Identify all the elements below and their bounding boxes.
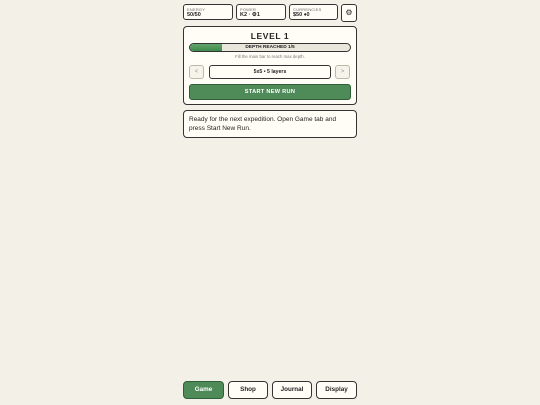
energy-value: 50/50: [187, 12, 201, 18]
power-value: K2 · ⚙1: [240, 12, 260, 18]
gear-icon: ⚙: [345, 8, 353, 17]
level-config: 5x5 • 5 layers: [209, 65, 331, 79]
depth-hint: Fill the main bar to reach max depth.: [235, 54, 305, 59]
next-level-button[interactable]: >: [335, 65, 350, 79]
currencies-stat: CURRENCIES $50 ♦0: [289, 4, 338, 20]
status-message: Ready for the next expedition. Open Game…: [183, 110, 357, 138]
chevron-left-icon: <: [194, 69, 199, 75]
settings-button[interactable]: ⚙: [341, 4, 357, 22]
depth-progress-bar: DEPTH REACHED 1/5: [189, 43, 351, 52]
currencies-value: $50 ♦0: [293, 12, 310, 18]
level-title: LEVEL 1: [250, 31, 290, 41]
start-new-run-button[interactable]: START NEW RUN: [189, 84, 351, 100]
prev-level-button[interactable]: <: [189, 65, 204, 79]
level-panel: LEVEL 1 DEPTH REACHED 1/5 Fill the main …: [183, 26, 357, 105]
tab-display[interactable]: Display: [316, 381, 357, 399]
tab-journal[interactable]: Journal: [272, 381, 312, 399]
stats-bar: ENERGY 50/50 POWER K2 · ⚙1 CURRENCIES $5…: [183, 4, 357, 22]
tab-shop[interactable]: Shop: [228, 381, 268, 399]
tab-game[interactable]: Game: [183, 381, 224, 399]
power-stat: POWER K2 · ⚙1: [236, 4, 286, 20]
depth-label: DEPTH REACHED 1/5: [245, 45, 295, 50]
chevron-right-icon: >: [340, 69, 345, 75]
energy-stat: ENERGY 50/50: [183, 4, 233, 20]
